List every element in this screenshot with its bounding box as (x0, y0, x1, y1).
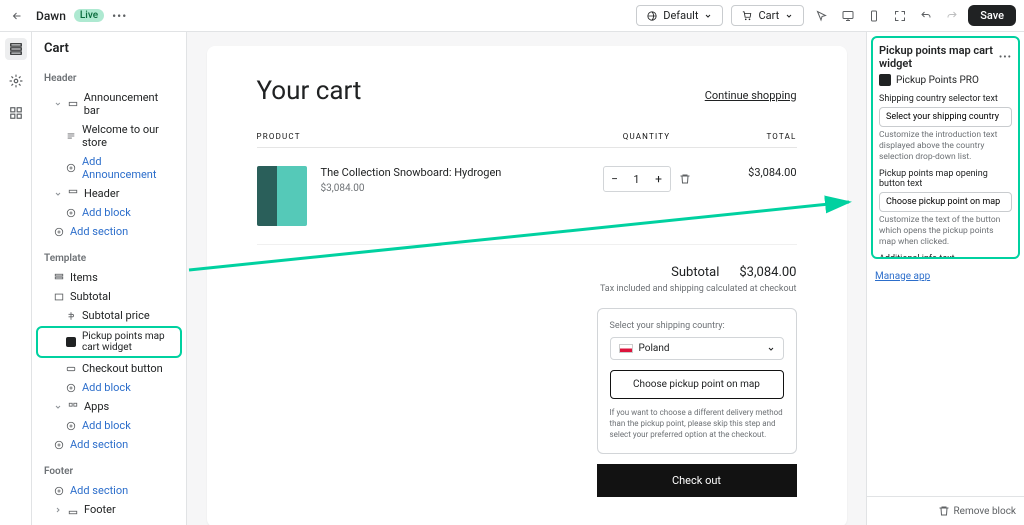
settings-title: Pickup points map cart widget (879, 44, 999, 70)
chevron-down-icon (767, 345, 775, 353)
remove-block-button[interactable]: Remove block (867, 496, 1024, 525)
panel-title: Cart (32, 32, 186, 65)
add-section-footer[interactable]: Add section (36, 481, 182, 500)
shipping-text-input[interactable] (879, 107, 1012, 127)
undo-icon[interactable] (916, 6, 936, 26)
group-footer: Footer (32, 462, 186, 481)
page-selector[interactable]: Cart (731, 5, 804, 26)
settings-more-icon[interactable]: ••• (999, 52, 1012, 63)
widget-info-text: If you want to choose a different delive… (610, 407, 784, 441)
block-welcome[interactable]: Welcome to our store (36, 120, 182, 152)
chevron-down-icon (704, 12, 712, 20)
page-label: Cart (758, 9, 779, 22)
add-announcement[interactable]: Add Announcement (36, 152, 182, 184)
tax-note: Tax included and shipping calculated at … (257, 284, 797, 294)
cart-icon (742, 11, 752, 21)
sections-tab[interactable] (5, 38, 27, 60)
inspector-icon[interactable] (812, 6, 832, 26)
section-subtotal[interactable]: Subtotal (36, 287, 182, 306)
product-name: The Collection Snowboard: Hydrogen (321, 166, 577, 179)
field-help-2: Customize the text of the button which o… (879, 215, 1012, 248)
add-section-template[interactable]: Add section (36, 435, 182, 454)
group-header: Header (32, 69, 186, 88)
section-apps[interactable]: Apps (36, 397, 182, 416)
field-label-1: Shipping country selector text (879, 94, 1012, 104)
template-label: Default (663, 9, 698, 22)
app-icon (879, 74, 891, 86)
remove-item-icon[interactable] (679, 173, 691, 185)
exit-icon[interactable] (8, 6, 28, 26)
product-price: $3,084.00 (321, 183, 577, 194)
app-name: Pickup Points PRO (896, 75, 979, 86)
add-block-subtotal[interactable]: Add block (36, 378, 182, 397)
add-block-apps[interactable]: Add block (36, 416, 182, 435)
qty-value: 1 (626, 173, 648, 186)
field-label-2: Pickup points map opening button text (879, 169, 1012, 189)
checkout-button[interactable]: Check out (597, 464, 797, 497)
block-pickup-widget[interactable]: Pickup points map cart widget (36, 326, 182, 358)
template-selector[interactable]: Default (636, 5, 723, 26)
field-label-3: Additional info text (879, 254, 1012, 258)
section-footer[interactable]: Footer (36, 500, 182, 519)
trash-icon (938, 505, 950, 517)
manage-app-link[interactable]: Manage app (867, 263, 1024, 290)
right-panel: Pickup points map cart widget ••• Pickup… (866, 32, 1024, 525)
section-announcement-bar[interactable]: Announcement bar (36, 88, 182, 120)
subtotal-label: Subtotal (671, 265, 719, 280)
subtotal-value: $3,084.00 (739, 265, 796, 280)
flag-icon (619, 344, 633, 353)
product-image (257, 166, 307, 226)
group-template: Template (32, 249, 186, 268)
desktop-icon[interactable] (838, 6, 858, 26)
section-header[interactable]: Header (36, 184, 182, 203)
live-badge: Live (74, 9, 104, 22)
more-icon[interactable]: ••• (112, 9, 127, 23)
block-subtotal-price[interactable]: Subtotal price (36, 306, 182, 325)
pickup-widget: Select your shipping country: Poland Cho… (597, 308, 797, 454)
redo-icon[interactable] (942, 6, 962, 26)
pickup-map-button[interactable]: Choose pickup point on map (610, 370, 784, 399)
button-text-input[interactable] (879, 192, 1012, 212)
country-selector[interactable]: Poland (610, 337, 784, 360)
continue-shopping-link[interactable]: Continue shopping (705, 89, 797, 102)
left-panel: Cart Header Announcement bar Welcome to … (32, 32, 187, 525)
chevron-down-icon (785, 12, 793, 20)
col-total: TOTAL (717, 132, 797, 141)
preview-canvas: Your cart Continue shopping PRODUCT QUAN… (187, 32, 866, 525)
cart-line-item: The Collection Snowboard: Hydrogen $3,08… (257, 148, 797, 245)
qty-plus[interactable]: + (648, 167, 670, 191)
app-block-icon (66, 337, 76, 347)
apps-tab[interactable] (5, 102, 27, 124)
section-items[interactable]: Items (36, 268, 182, 287)
save-button[interactable]: Save (968, 5, 1016, 26)
quantity-stepper[interactable]: − 1 + (603, 166, 671, 192)
theme-name: Dawn (36, 9, 66, 23)
mobile-icon[interactable] (864, 6, 884, 26)
col-quantity: QUANTITY (577, 132, 717, 141)
globe-icon (647, 11, 657, 21)
line-total: $3,084.00 (717, 166, 797, 179)
block-checkout-button[interactable]: Checkout button (36, 359, 182, 378)
settings-tab[interactable] (5, 70, 27, 92)
add-section-header[interactable]: Add section (36, 222, 182, 241)
cart-title: Your cart (257, 76, 362, 106)
col-product: PRODUCT (257, 132, 577, 141)
field-help-1: Customize the introduction text displaye… (879, 130, 1012, 163)
topbar: Dawn Live ••• Default Cart Save (0, 0, 1024, 32)
widget-country-label: Select your shipping country: (610, 321, 784, 331)
add-block-header[interactable]: Add block (36, 203, 182, 222)
fullscreen-icon[interactable] (890, 6, 910, 26)
qty-minus[interactable]: − (604, 167, 626, 191)
icon-rail (0, 32, 32, 525)
